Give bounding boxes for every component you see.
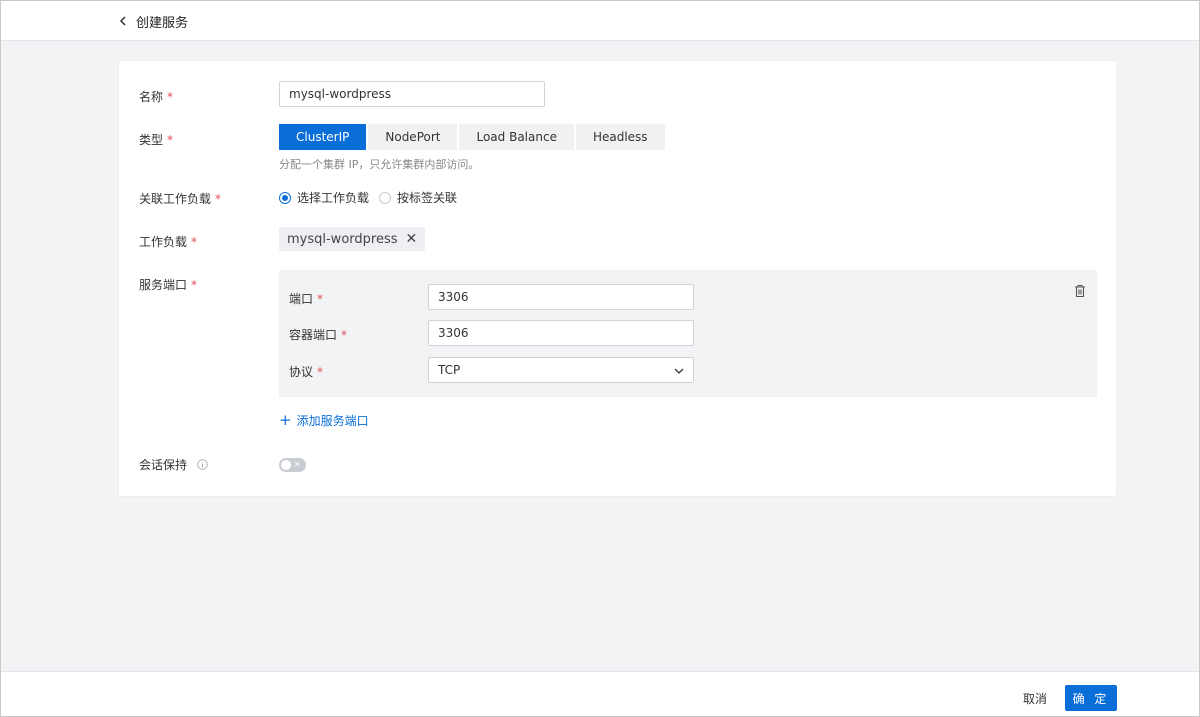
required-mark: * xyxy=(317,365,324,379)
required-mark: * xyxy=(167,90,174,104)
form-card: 名称 * mysql-wordpress 类型 * ClusterIP NodePo… xyxy=(119,61,1116,496)
app-frame: 创建服务 名称 * mysql-wordpress 类型 * ClusterIP N… xyxy=(0,0,1200,717)
footer-bar: 取消 确 定 xyxy=(1,671,1199,716)
back-button[interactable]: 创建服务 xyxy=(119,11,188,31)
chevron-left-icon xyxy=(119,11,133,31)
chevron-down-icon xyxy=(674,363,684,377)
port-label: 端口 * xyxy=(289,292,324,306)
workload-tag-text: mysql-wordpress xyxy=(287,231,398,247)
required-mark: * xyxy=(341,328,348,342)
service-port-item: 端口 * 3306 容器端口 * 3306 协议 * TCP xyxy=(279,270,1097,397)
type-option-nodeport[interactable]: NodePort xyxy=(368,124,458,150)
required-mark: * xyxy=(191,235,198,249)
container-port-input-value: 3306 xyxy=(438,326,469,340)
confirm-button[interactable]: 确 定 xyxy=(1065,685,1117,711)
workload-link-radio-group: 选择工作负载 按标签关联 xyxy=(279,189,467,206)
container-port-label: 容器端口 * xyxy=(289,328,348,342)
required-mark: * xyxy=(317,292,324,306)
workload-link-label: 关联工作负载 * xyxy=(139,192,222,206)
required-mark: * xyxy=(215,192,222,206)
workload-tag: mysql-wordpress ✕ xyxy=(279,227,426,251)
protocol-label: 协议 * xyxy=(289,365,324,379)
type-segmented-control: ClusterIP NodePort Load Balance Headless xyxy=(279,124,667,150)
radio-by-label-label[interactable]: 按标签关联 xyxy=(397,189,457,206)
required-mark: * xyxy=(191,278,198,292)
radio-by-label[interactable] xyxy=(379,191,392,204)
page-title: 创建服务 xyxy=(136,15,189,31)
session-affinity-toggle[interactable]: ✕ xyxy=(279,458,306,472)
top-bar: 创建服务 xyxy=(1,1,1199,41)
required-mark: * xyxy=(167,133,174,147)
cancel-button[interactable]: 取消 xyxy=(1011,685,1059,711)
type-option-load-balance[interactable]: Load Balance xyxy=(459,124,574,150)
add-service-port-label: 添加服务端口 xyxy=(296,414,369,428)
info-icon[interactable] xyxy=(197,459,208,470)
port-input-value: 3306 xyxy=(438,290,469,304)
trash-icon[interactable] xyxy=(1074,284,1086,298)
toggle-off-icon: ✕ xyxy=(294,460,301,469)
workload-label: 工作负载 * xyxy=(139,235,198,249)
close-icon[interactable]: ✕ xyxy=(406,231,418,247)
radio-select-workload-label[interactable]: 选择工作负载 xyxy=(297,189,369,206)
container-port-input[interactable]: 3306 xyxy=(428,320,694,346)
plus-icon: + xyxy=(279,411,292,429)
type-option-clusterip[interactable]: ClusterIP xyxy=(279,124,367,150)
type-hint: 分配一个集群 IP，只允许集群内部访问。 xyxy=(279,158,480,171)
name-input-value: mysql-wordpress xyxy=(289,87,391,101)
toggle-knob xyxy=(281,460,291,470)
name-input[interactable]: mysql-wordpress xyxy=(279,81,545,107)
type-option-headless[interactable]: Headless xyxy=(575,124,665,150)
session-affinity-label: 会话保持 xyxy=(139,456,208,473)
protocol-select[interactable]: TCP xyxy=(428,357,694,383)
service-ports-label: 服务端口 * xyxy=(139,278,198,292)
port-input[interactable]: 3306 xyxy=(428,284,694,310)
type-label: 类型 * xyxy=(139,133,174,147)
name-label: 名称 * xyxy=(139,90,174,104)
add-service-port-button[interactable]: + 添加服务端口 xyxy=(279,412,369,429)
radio-select-workload[interactable] xyxy=(279,191,291,204)
protocol-select-value: TCP xyxy=(438,363,461,377)
